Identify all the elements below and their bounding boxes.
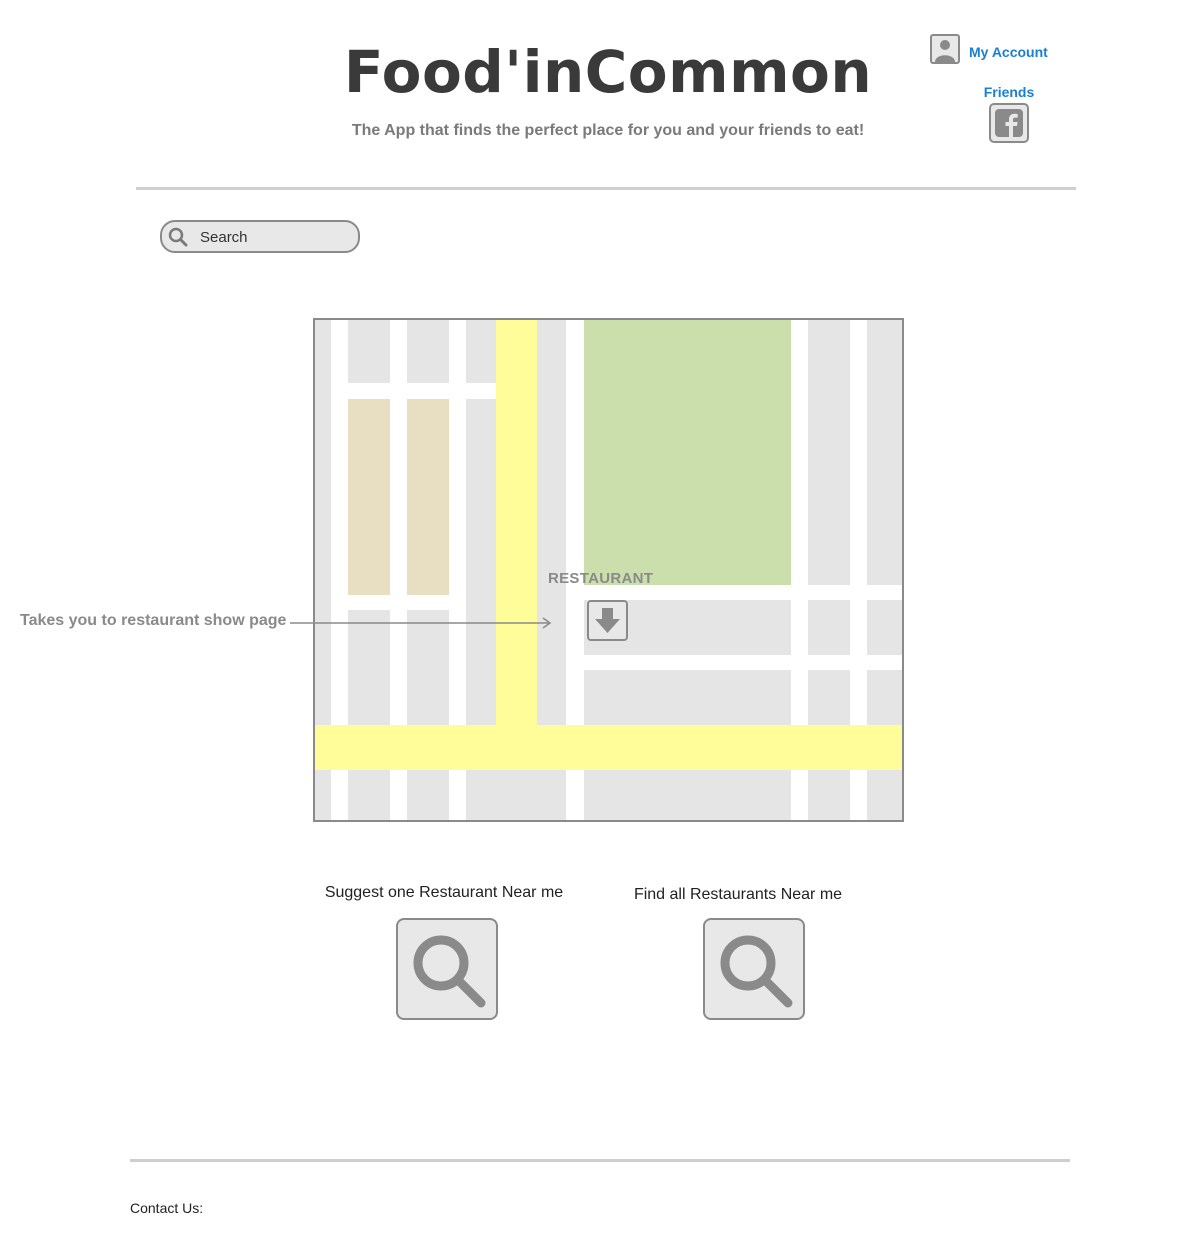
friends-link[interactable]: Friends [978,84,1040,100]
restaurant-pin-icon[interactable] [587,600,628,641]
annotation-arrow-icon [290,617,552,629]
app-tagline: The App that finds the perfect place for… [351,122,865,139]
user-avatar-icon[interactable] [930,34,960,64]
map-block-highlight [348,399,390,595]
map-park [584,320,791,585]
annotation-text: Takes you to restaurant show page [20,612,287,629]
app-title: Food'inCommon [343,38,873,106]
footer-divider [130,1159,1070,1162]
map-block-highlight [407,399,449,595]
search-icon [720,935,793,1008]
map-road-vertical [496,320,537,730]
search-input[interactable] [198,225,352,249]
search-icon [413,935,486,1008]
header-divider [136,187,1076,190]
find-all-restaurants-label: Find all Restaurants Near me [633,886,843,903]
restaurant-label: RESTAURANT [548,570,654,587]
suggest-restaurant-label: Suggest one Restaurant Near me [324,884,564,901]
contact-label: Contact Us: [130,1200,204,1216]
my-account-link[interactable]: My Account [969,44,1048,60]
find-all-restaurants-button[interactable] [703,918,805,1020]
map-road-horizontal [315,725,902,770]
facebook-icon[interactable] [989,103,1029,143]
suggest-restaurant-button[interactable] [396,918,498,1020]
search-box[interactable] [160,220,360,253]
search-icon [168,227,188,247]
